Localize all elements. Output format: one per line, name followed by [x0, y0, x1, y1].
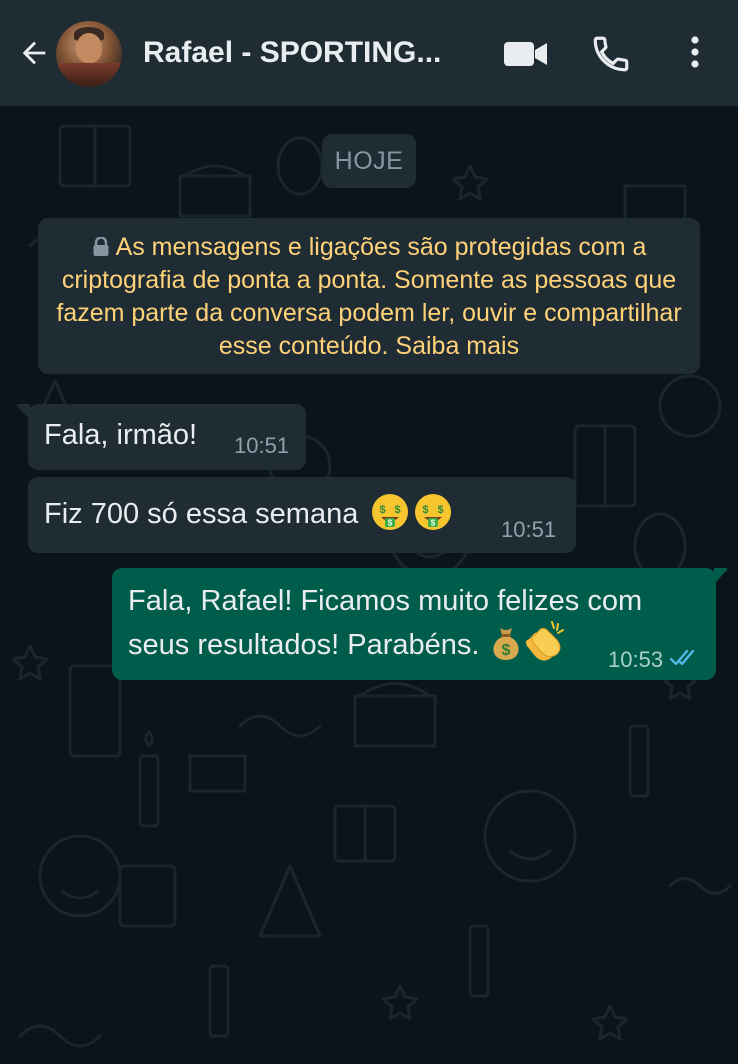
svg-text:$: $ [423, 504, 429, 516]
chat-header: Rafael - SPORTING... [0, 0, 738, 106]
money-mouth-face-emoji: $ $ $ [372, 494, 409, 530]
message-text: Fiz 700 só essa semana $ $ $ $ $ $ [44, 493, 452, 534]
svg-text:$: $ [380, 504, 386, 516]
message-text-body: seus resultados! Parabéns. [128, 629, 480, 661]
encryption-notice-text: As mensagens e ligações são protegidas c… [56, 233, 682, 360]
lock-icon [93, 237, 109, 256]
svg-text:$: $ [431, 519, 436, 528]
message-text-line1: Fala, Rafael! Ficamos muito felizes com [128, 585, 643, 617]
svg-text:$: $ [395, 504, 401, 516]
message-text-line2: seus resultados! Parabéns. $ [128, 620, 568, 665]
voice-call-button[interactable] [587, 30, 635, 78]
more-options-button[interactable] [671, 30, 719, 78]
contact-name[interactable]: Rafael - SPORTING... [143, 33, 473, 73]
message-bubble-outgoing[interactable]: Fala, Rafael! Ficamos muito felizes com … [112, 568, 728, 680]
message-bubble-incoming[interactable]: Fala, irmão! 10:51 [16, 404, 306, 470]
chat-area[interactable]: HOJE As mensagens e ligações são protegi… [0, 106, 738, 1064]
message-time: 10:51 [501, 517, 557, 542]
money-mouth-face-emoji: $ $ $ [415, 494, 452, 530]
money-bag-emoji: $ [492, 628, 519, 660]
svg-text:$: $ [501, 642, 510, 659]
message-text: Fala, irmão! [44, 419, 198, 451]
message-time: 10:53 [608, 647, 664, 672]
double-check-read-icon [669, 649, 695, 666]
avatar[interactable] [56, 21, 122, 87]
message-text-body: Fiz 700 só essa semana [44, 498, 359, 530]
video-call-button[interactable] [502, 30, 550, 78]
more-vertical-icon [691, 36, 699, 68]
arrow-back-icon [22, 41, 46, 65]
encryption-notice[interactable]: As mensagens e ligações são protegidas c… [38, 218, 700, 374]
svg-text:$: $ [438, 504, 444, 516]
date-chip: HOJE [322, 134, 416, 188]
video-camera-icon [504, 42, 547, 66]
bubble-tail [16, 404, 30, 420]
phone-icon [593, 36, 629, 72]
bubble-tail [714, 568, 728, 584]
message-bubble-incoming[interactable]: Fiz 700 só essa semana $ $ $ $ $ $ 10:51 [28, 477, 576, 553]
svg-text:$: $ [388, 519, 393, 528]
clapping-hands-emoji [525, 621, 564, 661]
message-time: 10:51 [234, 433, 290, 458]
back-button[interactable] [14, 33, 54, 73]
